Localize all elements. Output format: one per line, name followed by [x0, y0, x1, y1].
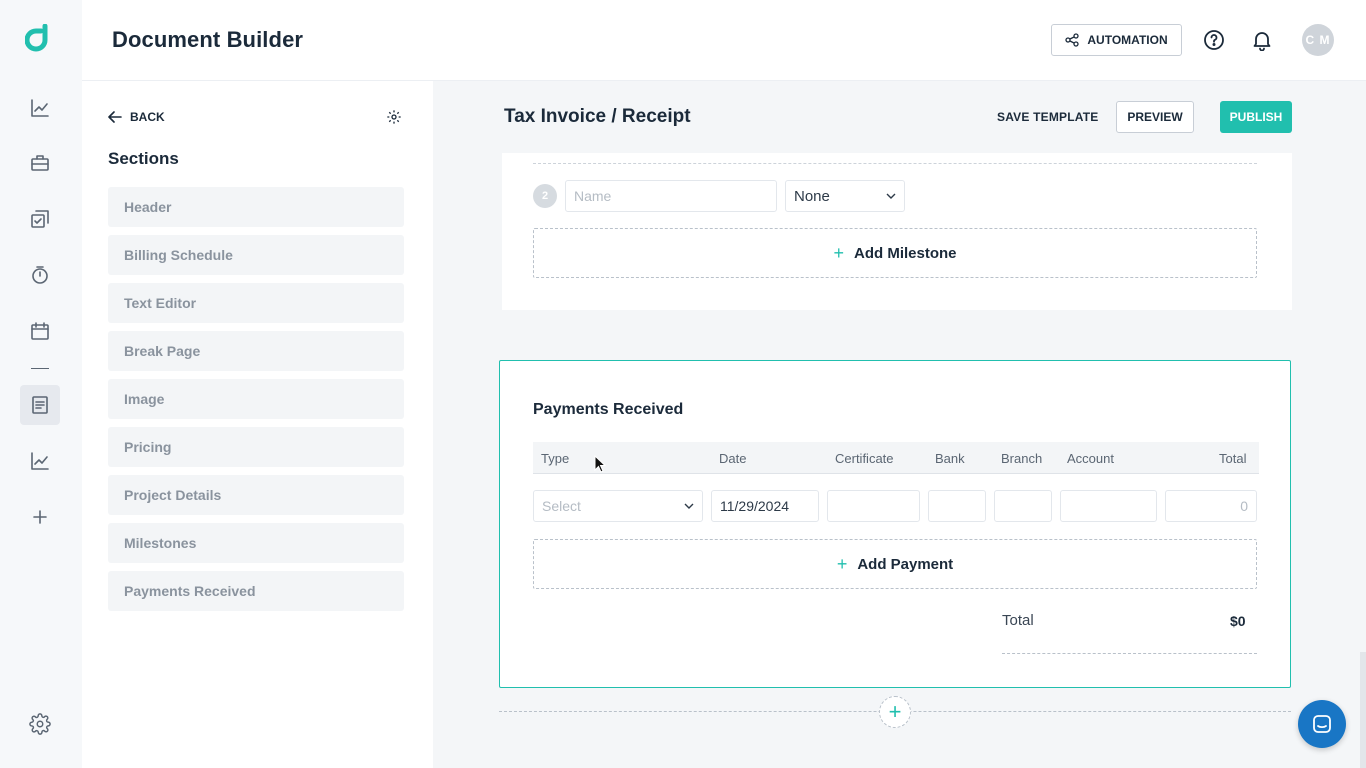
- chart-icon[interactable]: [20, 441, 60, 481]
- section-item-project-details[interactable]: Project Details: [108, 475, 404, 515]
- add-payment-label: Add Payment: [857, 555, 954, 573]
- back-label: BACK: [130, 110, 165, 124]
- column-bank: Bank: [935, 451, 965, 466]
- chat-icon: [1313, 715, 1331, 733]
- section-list: Header Billing Schedule Text Editor Brea…: [108, 187, 404, 619]
- document-icon[interactable]: [20, 385, 60, 425]
- app-title: Document Builder: [112, 27, 304, 52]
- help-icon[interactable]: [1203, 29, 1225, 56]
- back-button[interactable]: BACK: [108, 110, 165, 124]
- section-item-milestones[interactable]: Milestones: [108, 523, 404, 563]
- settings-icon[interactable]: [20, 704, 60, 744]
- milestone-divider: [533, 163, 1257, 164]
- milestone-select[interactable]: None: [785, 180, 905, 212]
- mouse-cursor: [594, 454, 607, 478]
- payment-type-select[interactable]: Select: [533, 490, 703, 522]
- panel-settings-icon[interactable]: [386, 109, 402, 130]
- left-nav-rail: [0, 0, 82, 768]
- payment-total-input[interactable]: 0: [1165, 490, 1257, 522]
- section-item-header[interactable]: Header: [108, 187, 404, 227]
- timer-icon[interactable]: [20, 255, 60, 295]
- calendar-icon[interactable]: [20, 311, 60, 351]
- milestone-select-value: None: [794, 187, 830, 205]
- payments-title: Payments Received: [533, 401, 684, 418]
- automation-icon: [1065, 33, 1080, 47]
- preview-button[interactable]: PREVIEW: [1116, 101, 1194, 133]
- publish-button[interactable]: PUBLISH: [1220, 101, 1292, 133]
- section-item-payments-received[interactable]: Payments Received: [108, 571, 404, 611]
- payment-certificate-input[interactable]: [827, 490, 920, 522]
- column-certificate: Certificate: [835, 451, 894, 466]
- milestones-section: 2 Name None + Add Milestone: [502, 153, 1292, 310]
- column-account: Account: [1067, 451, 1114, 466]
- app-logo[interactable]: [24, 23, 55, 56]
- payment-type-placeholder: Select: [542, 498, 581, 514]
- section-item-image[interactable]: Image: [108, 379, 404, 419]
- column-branch: Branch: [1001, 451, 1043, 466]
- save-template-button[interactable]: SAVE TEMPLATE: [997, 110, 1099, 124]
- add-payment-button[interactable]: + Add Payment: [533, 539, 1257, 589]
- column-total: Total: [1219, 451, 1247, 466]
- briefcase-icon[interactable]: [20, 143, 60, 183]
- payment-account-input[interactable]: [1060, 490, 1157, 522]
- add-milestone-button[interactable]: + Add Milestone: [533, 228, 1257, 278]
- section-item-break-page[interactable]: Break Page: [108, 331, 404, 371]
- payments-total-label: Total: [1002, 612, 1034, 629]
- sections-panel: BACK Sections Header Billing Schedule Te…: [82, 81, 433, 768]
- automation-button[interactable]: AUTOMATION: [1051, 24, 1182, 56]
- payments-received-section: Payments Received Type Date Certificate …: [499, 360, 1291, 688]
- column-date: Date: [719, 451, 747, 466]
- add-milestone-label: Add Milestone: [854, 244, 957, 262]
- chevron-down-icon: [684, 503, 694, 509]
- payment-bank-input[interactable]: [928, 490, 986, 522]
- plus-icon: +: [836, 553, 848, 574]
- plus-icon: +: [833, 242, 844, 263]
- payments-total-value: $0: [1230, 613, 1246, 629]
- payments-table-header: Type Date Certificate Bank Branch Accoun…: [533, 442, 1259, 474]
- section-item-text-editor[interactable]: Text Editor: [108, 283, 404, 323]
- sections-title: Sections: [108, 149, 179, 168]
- top-bar: Document Builder AUTOMATION C M: [82, 0, 1366, 81]
- bell-icon[interactable]: [1251, 29, 1273, 56]
- milestone-number-badge: 2: [533, 184, 557, 208]
- arrow-left-icon: [108, 111, 122, 123]
- plus-icon[interactable]: [20, 497, 60, 537]
- page-scrollbar[interactable]: [1360, 652, 1366, 768]
- automation-label: AUTOMATION: [1087, 33, 1168, 47]
- tasks-icon[interactable]: [20, 199, 60, 239]
- chevron-down-icon: [886, 193, 896, 199]
- section-item-billing-schedule[interactable]: Billing Schedule: [108, 235, 404, 275]
- milestone-name-input[interactable]: Name: [565, 180, 777, 212]
- analytics-icon[interactable]: [20, 88, 60, 128]
- user-avatar[interactable]: C M: [1302, 24, 1334, 56]
- chat-launcher-button[interactable]: [1298, 700, 1346, 748]
- payment-date-input[interactable]: 11/29/2024: [711, 490, 819, 522]
- rail-divider: [31, 368, 49, 369]
- payment-branch-input[interactable]: [994, 490, 1052, 522]
- document-canvas: Tax Invoice / Receipt SAVE TEMPLATE PREV…: [433, 81, 1366, 768]
- document-title: Tax Invoice / Receipt: [504, 106, 691, 127]
- section-item-pricing[interactable]: Pricing: [108, 427, 404, 467]
- column-type: Type: [541, 451, 570, 466]
- total-divider: [1002, 653, 1257, 654]
- add-section-button[interactable]: +: [879, 696, 911, 728]
